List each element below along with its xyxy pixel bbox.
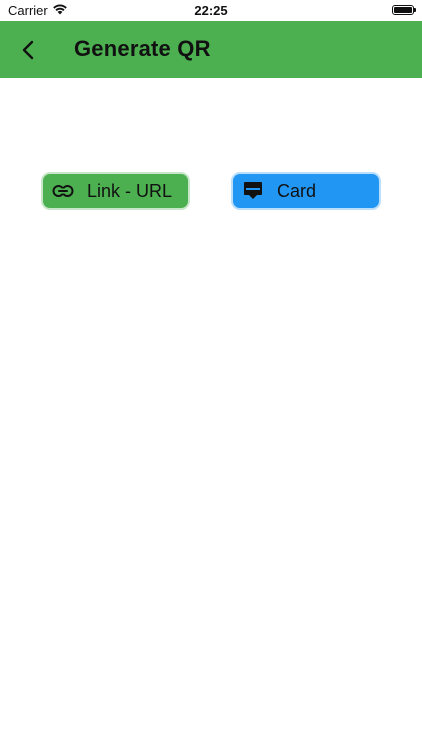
page-title: Generate QR: [74, 36, 211, 61]
clock: 22:25: [194, 3, 228, 18]
link-icon: [51, 179, 75, 203]
card-label: Card: [277, 180, 317, 201]
app-bar: Generate QR: [0, 21, 422, 78]
link-url-button[interactable]: Link - URL: [41, 172, 190, 210]
card-icon: [241, 179, 265, 203]
battery-icon: [392, 5, 416, 15]
link-url-label: Link - URL: [87, 180, 173, 201]
status-bar: Carrier 22:25: [0, 0, 422, 21]
chevron-left-icon: [22, 40, 34, 60]
back-button[interactable]: [14, 35, 44, 65]
battery-fill: [394, 7, 412, 13]
card-button[interactable]: Card: [231, 172, 381, 210]
